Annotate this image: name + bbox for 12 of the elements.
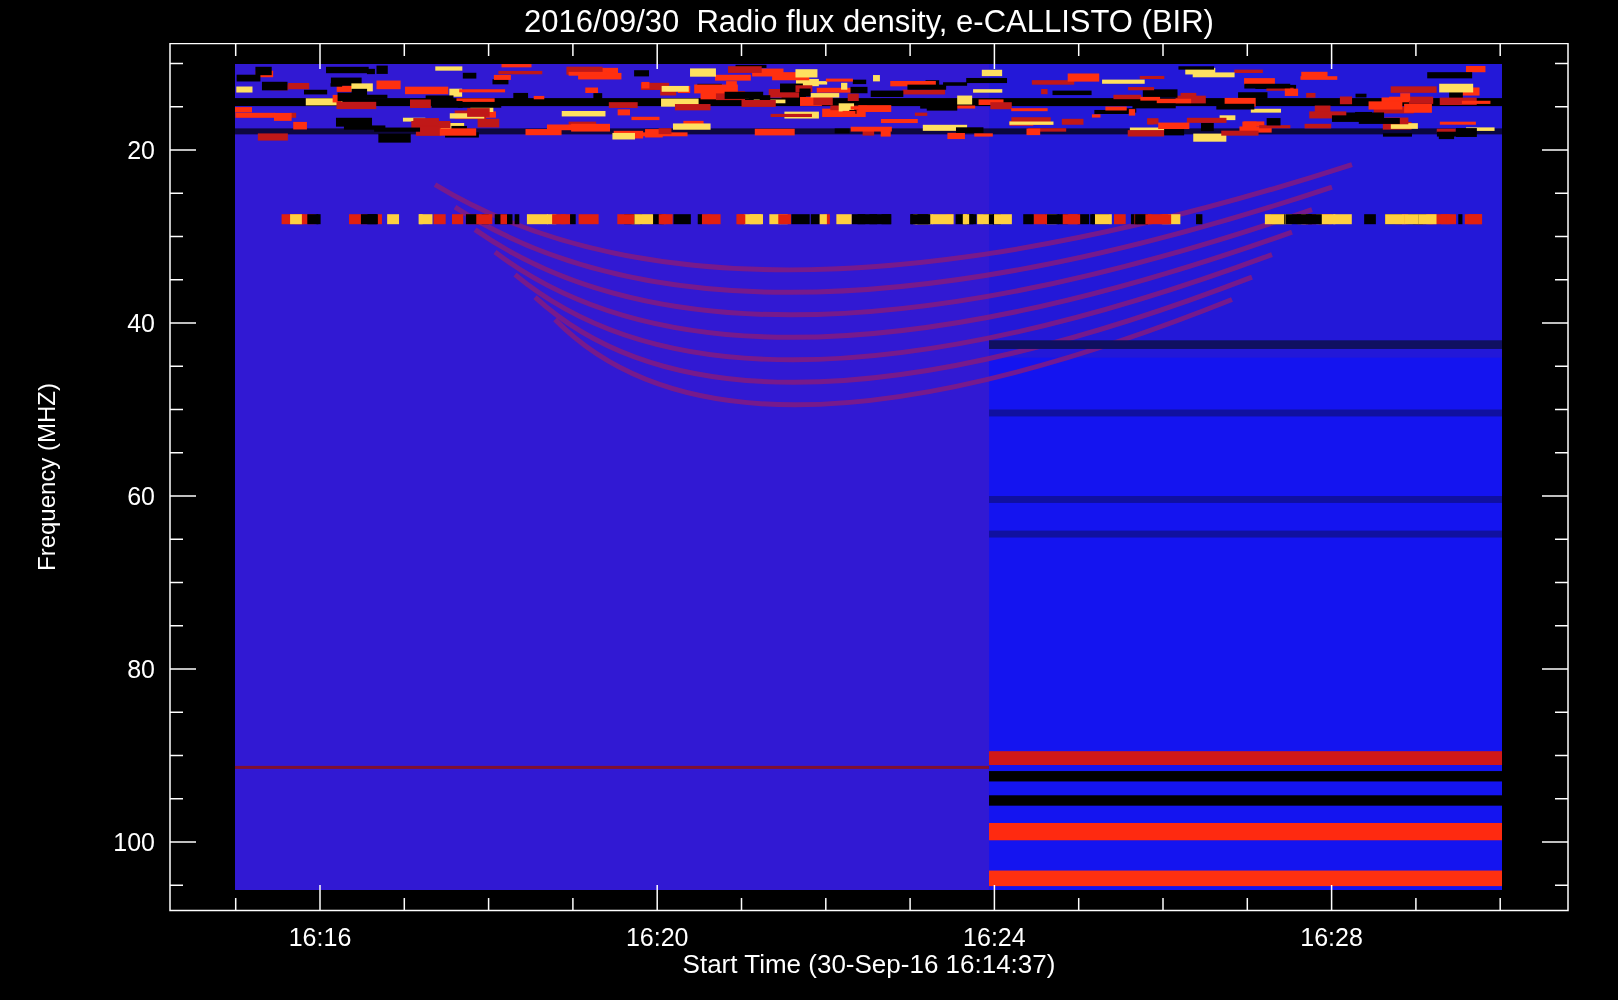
x-tick-label: 16:16 bbox=[288, 923, 352, 951]
x-tick-label: 16:24 bbox=[963, 923, 1026, 951]
y-tick-label: 40 bbox=[127, 309, 155, 337]
y-tick-label: 80 bbox=[127, 655, 155, 683]
y-tick-label: 20 bbox=[127, 136, 155, 164]
y-tick-label: 100 bbox=[113, 828, 155, 856]
chart-title: 2016/09/30 Radio flux density, e-CALLISTO (BIR) bbox=[524, 6, 1214, 37]
x-tick-label: 16:20 bbox=[625, 923, 689, 951]
y-axis-label: Frequency (MHZ) bbox=[32, 383, 62, 571]
y-tick-label: 60 bbox=[127, 482, 155, 510]
x-axis-label: Start Time (30-Sep-16 16:14:37) bbox=[682, 951, 1056, 977]
x-tick-label: 16:28 bbox=[1300, 923, 1363, 951]
